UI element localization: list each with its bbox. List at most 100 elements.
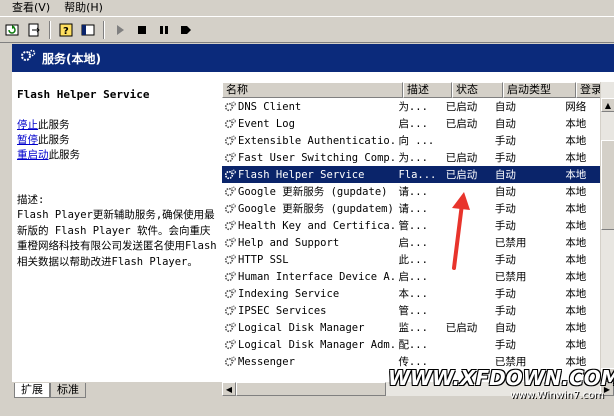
stop-action: 停止此服务 bbox=[17, 118, 217, 133]
service-name-cell: Flash Helper Service bbox=[222, 169, 396, 181]
column-startup-type[interactable]: 启动类型 bbox=[503, 82, 576, 98]
horizontal-scroll-thumb[interactable] bbox=[236, 382, 386, 396]
vertical-scroll-thumb[interactable] bbox=[601, 140, 614, 230]
service-startup-cell: 手动 bbox=[494, 288, 516, 300]
svg-text:?: ? bbox=[63, 26, 69, 37]
service-desc-cell: 向 ... bbox=[398, 135, 435, 147]
restart-link[interactable]: 重启动 bbox=[17, 149, 49, 161]
service-logon-cell: 网络 bbox=[565, 101, 587, 113]
properties-icon[interactable] bbox=[78, 20, 98, 40]
column-status[interactable]: 状态 bbox=[452, 82, 503, 98]
service-startup-cell: 自动 bbox=[494, 101, 516, 113]
services-list: 名称 描述 状态 启动类型 登录为 DNS Client 为... 已启动 自动 网络 E… bbox=[222, 74, 614, 382]
service-name-cell: IPSEC Services bbox=[222, 305, 396, 317]
scroll-left-arrow-icon[interactable]: ◀ bbox=[222, 382, 236, 396]
table-row[interactable]: DNS Client 为... 已启动 自动 网络 bbox=[222, 98, 600, 115]
table-row[interactable]: Health Key and Certifica... 管... 手动 本地 bbox=[222, 217, 600, 234]
service-gear-icon bbox=[224, 254, 236, 266]
service-startup-cell: 手动 bbox=[494, 254, 516, 266]
service-logon-cell: 本地 bbox=[565, 118, 587, 130]
service-detail-pane: Flash Helper Service 停止此服务 暂停此服务 重启动此服务 … bbox=[12, 74, 222, 382]
table-row[interactable]: Event Log 启... 已启动 自动 本地 bbox=[222, 115, 600, 132]
service-startup-cell: 手动 bbox=[494, 339, 516, 351]
service-logon-cell: 本地 bbox=[565, 135, 587, 147]
service-name-cell: Google 更新服务 (gupdatem) bbox=[222, 201, 396, 216]
service-name-cell: Help and Support bbox=[222, 237, 396, 249]
watermark: WWW.XFDOWN.COM www.Winwin7.com bbox=[388, 366, 614, 416]
service-desc-cell: 启... bbox=[398, 271, 428, 283]
table-row[interactable]: Logical Disk Manager Adm... 配... 手动 本地 bbox=[222, 336, 600, 353]
export-icon[interactable] bbox=[24, 20, 44, 40]
service-logon-cell: 本地 bbox=[565, 254, 587, 266]
table-row[interactable]: Human Interface Device A... 启... 已禁用 本地 bbox=[222, 268, 600, 285]
service-logon-cell: 本地 bbox=[565, 237, 587, 249]
gears-icon bbox=[20, 49, 36, 67]
pause-icon[interactable] bbox=[154, 20, 174, 40]
service-name-cell: DNS Client bbox=[222, 101, 396, 113]
table-row[interactable]: Extensible Authenticatio... 向 ... 手动 本地 bbox=[222, 132, 600, 149]
column-name[interactable]: 名称 bbox=[222, 82, 403, 98]
vertical-scrollbar[interactable]: ▲ ▼ bbox=[600, 82, 614, 382]
watermark-main: WWW.XFDOWN.COM bbox=[388, 366, 614, 390]
service-name-text: Help and Support bbox=[238, 236, 340, 249]
service-startup-cell: 自动 bbox=[494, 186, 516, 198]
service-name-cell: Logical Disk Manager bbox=[222, 322, 396, 334]
console-tree-edge bbox=[0, 44, 12, 416]
tab-extended[interactable]: 扩展 bbox=[14, 383, 50, 398]
service-gear-icon bbox=[224, 203, 236, 215]
service-name-text: Messenger bbox=[238, 355, 295, 368]
service-name-cell: Human Interface Device A... bbox=[222, 271, 396, 283]
service-name-text: Fast User Switching Comp... bbox=[238, 151, 397, 164]
service-desc-cell: Fla... bbox=[398, 168, 437, 181]
service-desc-cell: 为... bbox=[398, 152, 428, 164]
service-startup-cell: 已禁用 bbox=[494, 271, 527, 283]
menu-view[interactable]: 查看(V) bbox=[12, 1, 50, 15]
service-desc-cell: 管... bbox=[398, 220, 428, 232]
restart-action: 重启动此服务 bbox=[17, 148, 217, 163]
table-row[interactable]: Help and Support 启... 已禁用 本地 bbox=[222, 234, 600, 251]
service-logon-cell: 本地 bbox=[565, 203, 587, 215]
pause-suffix: 此服务 bbox=[38, 134, 70, 146]
pause-link[interactable]: 暂停 bbox=[17, 134, 38, 146]
service-name-cell: Event Log bbox=[222, 118, 396, 130]
menu-bar: 查看(V) 帮助(H) bbox=[0, 0, 614, 15]
service-name-text: HTTP SSL bbox=[238, 253, 289, 266]
toolbar-separator bbox=[49, 20, 51, 39]
stop-link[interactable]: 停止 bbox=[17, 119, 38, 131]
help-icon[interactable]: ? bbox=[56, 20, 76, 40]
table-row[interactable]: Google 更新服务 (gupdatem) 请... 手动 本地 bbox=[222, 200, 600, 217]
service-desc-cell: 请... bbox=[398, 203, 428, 215]
service-logon-cell: 本地 bbox=[565, 271, 587, 283]
service-gear-icon bbox=[224, 220, 236, 232]
table-row[interactable]: IPSEC Services 管... 手动 本地 bbox=[222, 302, 600, 319]
description-text: Flash Player更新辅助服务,确保使用最新版的 Flash Player… bbox=[17, 209, 217, 268]
table-row[interactable]: Flash Helper Service Fla... 已启动 自动 本地 bbox=[222, 166, 600, 183]
tab-standard[interactable]: 标准 bbox=[50, 383, 86, 398]
table-row[interactable]: Google 更新服务 (gupdate) 请... 自动 本地 bbox=[222, 183, 600, 200]
service-name-text: Extensible Authenticatio... bbox=[238, 134, 397, 147]
menu-help[interactable]: 帮助(H) bbox=[64, 1, 103, 15]
restart-icon[interactable] bbox=[176, 20, 196, 40]
service-status-cell: 已启动 bbox=[445, 152, 478, 164]
column-description[interactable]: 描述 bbox=[403, 82, 452, 98]
table-row[interactable]: Logical Disk Manager 监... 已启动 自动 本地 bbox=[222, 319, 600, 336]
table-row[interactable]: Fast User Switching Comp... 为... 已启动 手动 本地 bbox=[222, 149, 600, 166]
play-icon[interactable] bbox=[110, 20, 130, 40]
table-row[interactable]: HTTP SSL 此... 手动 本地 bbox=[222, 251, 600, 268]
table-row[interactable]: Indexing Service 本... 手动 本地 bbox=[222, 285, 600, 302]
toolbar: ? bbox=[0, 16, 614, 43]
stop-icon[interactable] bbox=[132, 20, 152, 40]
service-desc-cell: 本... bbox=[398, 288, 428, 300]
service-startup-cell: 自动 bbox=[494, 322, 516, 334]
service-name-text: Health Key and Certifica... bbox=[238, 219, 397, 232]
service-logon-cell: 本地 bbox=[565, 339, 587, 351]
scroll-up-arrow-icon[interactable]: ▲ bbox=[601, 98, 614, 112]
service-name-cell: Indexing Service bbox=[222, 288, 396, 300]
service-name-cell: Logical Disk Manager Adm... bbox=[222, 339, 396, 351]
service-status-cell: 已启动 bbox=[445, 169, 478, 181]
service-gear-icon bbox=[224, 288, 236, 300]
watermark-sub: www.Winwin7.com bbox=[510, 390, 604, 401]
service-desc-cell: 配... bbox=[398, 339, 428, 351]
refresh-icon[interactable] bbox=[2, 20, 22, 40]
service-name-text: Logical Disk Manager bbox=[238, 321, 365, 334]
